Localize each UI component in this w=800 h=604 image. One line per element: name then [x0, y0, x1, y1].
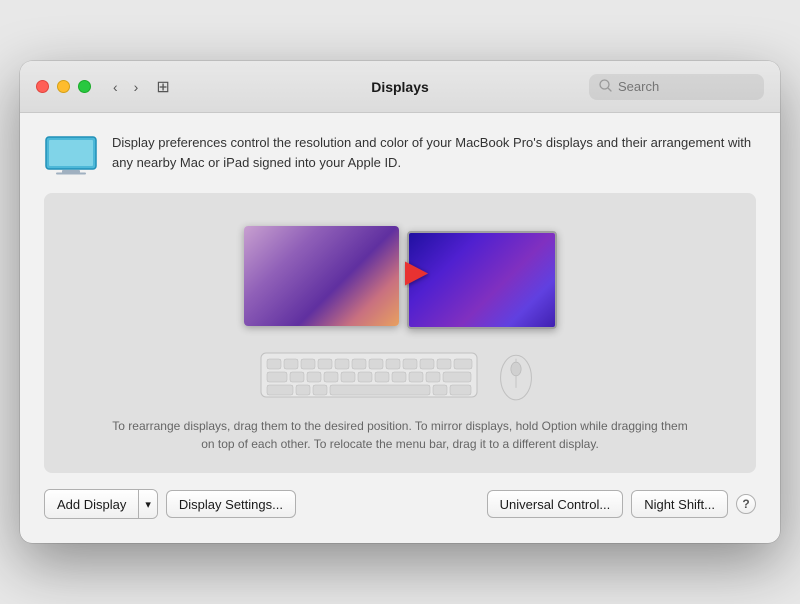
add-display-group: Add Display ▾ — [44, 489, 158, 519]
close-button[interactable] — [36, 80, 49, 93]
monitor-1-wallpaper — [244, 226, 399, 326]
displays-container — [244, 223, 557, 329]
grid-button[interactable]: ⊞ — [148, 73, 177, 101]
display-icon — [44, 135, 98, 175]
monitor-1[interactable] — [244, 226, 399, 326]
monitor-2-wallpaper — [409, 233, 555, 327]
hint-text: To rearrange displays, drag them to the … — [100, 417, 700, 453]
minimize-button[interactable] — [57, 80, 70, 93]
back-icon: ‹ — [113, 79, 118, 95]
universal-control-button[interactable]: Universal Control... — [487, 490, 624, 518]
search-bar[interactable] — [589, 74, 764, 100]
info-row: Display preferences control the resoluti… — [44, 133, 756, 175]
add-display-button[interactable]: Add Display — [45, 490, 138, 518]
system-preferences-window: ‹ › ⊞ Displays — [20, 61, 780, 543]
night-shift-button[interactable]: Night Shift... — [631, 490, 728, 518]
forward-button[interactable]: › — [128, 75, 145, 99]
titlebar: ‹ › ⊞ Displays — [20, 61, 780, 113]
forward-icon: › — [134, 79, 139, 95]
nav-buttons: ‹ › — [107, 75, 144, 99]
help-button[interactable]: ? — [736, 494, 756, 514]
grid-icon: ⊞ — [156, 79, 169, 96]
window-title: Displays — [371, 79, 429, 95]
keyboard-icon — [259, 345, 479, 405]
add-display-dropdown[interactable]: ▾ — [138, 490, 157, 518]
monitor-2[interactable] — [407, 231, 557, 329]
display-arrangement-area: To rearrange displays, drag them to the … — [44, 193, 756, 473]
buttons-row: Add Display ▾ Display Settings... Univer… — [44, 473, 756, 523]
mouse-icon — [491, 345, 541, 405]
traffic-lights — [36, 80, 91, 93]
maximize-button[interactable] — [78, 80, 91, 93]
info-description: Display preferences control the resoluti… — [112, 133, 756, 172]
content-area: Display preferences control the resoluti… — [20, 113, 780, 543]
display-settings-button[interactable]: Display Settings... — [166, 490, 296, 518]
back-button[interactable]: ‹ — [107, 75, 124, 99]
search-icon — [599, 79, 612, 95]
chevron-down-icon: ▾ — [145, 498, 151, 511]
search-input[interactable] — [618, 79, 754, 94]
keyboard-area — [259, 345, 541, 405]
